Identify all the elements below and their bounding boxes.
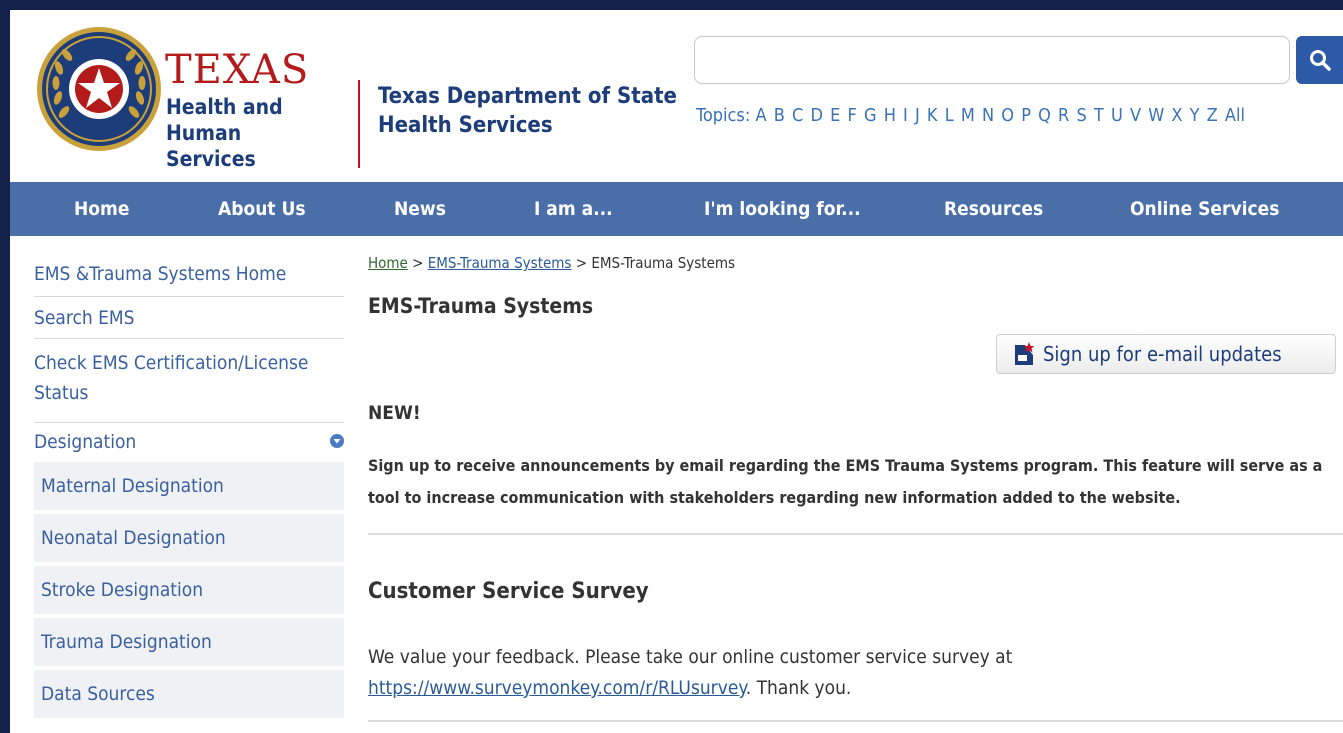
topic-link-h[interactable]: H <box>884 105 896 126</box>
texas-hhs-seal-icon <box>37 27 161 151</box>
topic-link-s[interactable]: S <box>1076 105 1086 126</box>
new-announcement-text: Sign up to receive announcements by emai… <box>368 456 1323 507</box>
nav-home[interactable]: Home <box>74 182 129 236</box>
sidebar-divider <box>34 338 344 339</box>
topic-link-m[interactable]: M <box>961 105 975 126</box>
search-button[interactable] <box>1296 36 1343 84</box>
main-nav: Home About Us News I am a... I'm looking… <box>10 182 1343 236</box>
topics-letters: A B C D E F G H I J K L M N O P Q R S T … <box>755 105 1247 126</box>
sidebar-item-check-ems-status[interactable]: Check EMS Certification/License Status <box>34 348 324 408</box>
agency-title-line-1: Texas Department of State <box>378 84 677 109</box>
breadcrumb-home-link[interactable]: Home <box>368 254 408 272</box>
logo-texas-wordmark: TEXAS <box>165 47 310 93</box>
sidebar-divider <box>34 296 344 297</box>
sidebar-item-ems-trauma-home[interactable]: EMS &Trauma Systems Home <box>34 262 344 286</box>
section-divider <box>368 533 1343 535</box>
search-icon <box>1309 50 1331 71</box>
sidebar-subitem-stroke-designation[interactable]: Stroke Designation <box>34 566 344 614</box>
chevron-down-circle-icon[interactable] <box>330 434 344 448</box>
topic-link-i[interactable]: I <box>903 105 908 126</box>
sidebar-subitem-trauma-designation[interactable]: Trauma Designation <box>34 618 344 666</box>
breadcrumb-separator: > <box>412 254 424 272</box>
sidebar-subitem-data-sources[interactable]: Data Sources <box>34 670 344 718</box>
topic-link-l[interactable]: L <box>945 105 954 126</box>
email-updates-label: Sign up for e-mail updates <box>1043 342 1282 366</box>
topic-link-q[interactable]: Q <box>1038 105 1051 126</box>
browser-page: TEXAS Health and Human Services Texas De… <box>10 10 1343 733</box>
breadcrumb-separator: > <box>575 254 588 272</box>
topic-link-v[interactable]: V <box>1130 105 1141 126</box>
survey-text-before: We value your feedback. Please take our … <box>368 646 1013 668</box>
nav-resources[interactable]: Resources <box>944 182 1043 236</box>
breadcrumb: Home > EMS-Trauma Systems > EMS-Trauma S… <box>368 254 735 272</box>
agency-title: Texas Department of State Health Service… <box>378 82 678 140</box>
email-updates-button[interactable]: Sign up for e-mail updates <box>996 334 1336 374</box>
nav-online-services[interactable]: Online Services <box>1130 182 1279 236</box>
topic-link-z[interactable]: Z <box>1207 105 1218 126</box>
nav-looking-for[interactable]: I'm looking for... <box>704 182 861 236</box>
topic-link-e[interactable]: E <box>830 105 840 126</box>
survey-text: We value your feedback. Please take our … <box>368 642 1328 704</box>
topic-link-u[interactable]: U <box>1111 105 1123 126</box>
breadcrumb-current: EMS-Trauma Systems <box>591 254 736 272</box>
section-divider <box>368 720 1343 722</box>
survey-heading: Customer Service Survey <box>368 579 649 604</box>
nav-about-us[interactable]: About Us <box>218 182 306 236</box>
sidebar-divider <box>34 422 344 423</box>
logo-hhs-wordmark: Health and Human Services <box>166 94 356 172</box>
topic-link-o[interactable]: O <box>1001 105 1014 126</box>
new-heading: NEW! <box>368 402 421 424</box>
sidebar-item-designation-label: Designation <box>34 431 137 453</box>
survey-link[interactable]: https://www.surveymonkey.com/r/RLUsurvey <box>368 677 746 699</box>
topic-link-all[interactable]: All <box>1225 105 1245 126</box>
topic-link-c[interactable]: C <box>792 105 803 126</box>
topic-link-y[interactable]: Y <box>1190 105 1200 126</box>
topic-link-t[interactable]: T <box>1094 105 1104 126</box>
topic-link-a[interactable]: A <box>755 105 766 126</box>
logo-line-3: Services <box>166 147 256 171</box>
topics-label: Topics: <box>696 105 751 126</box>
topics-az-index: Topics: A B C D E F G H I J K L M N O P … <box>696 105 1247 126</box>
topic-link-r[interactable]: R <box>1058 105 1069 126</box>
sidebar-item-designation[interactable]: Designation <box>34 430 344 454</box>
sidebar-subitem-neonatal-designation[interactable]: Neonatal Designation <box>34 514 344 562</box>
breadcrumb-section-link[interactable]: EMS-Trauma Systems <box>428 254 572 272</box>
header-divider <box>358 80 360 168</box>
nav-news[interactable]: News <box>394 182 446 236</box>
sidebar-subitem-maternal-designation[interactable]: Maternal Designation <box>34 462 344 510</box>
topic-link-w[interactable]: W <box>1148 105 1164 126</box>
topic-link-f[interactable]: F <box>847 105 856 126</box>
topic-link-j[interactable]: J <box>915 105 920 126</box>
search-input[interactable] <box>694 36 1290 84</box>
topic-link-k[interactable]: K <box>927 105 938 126</box>
sidebar-item-search-ems[interactable]: Search EMS <box>34 306 344 330</box>
agency-title-line-2: Health Services <box>378 113 553 138</box>
page-title: EMS-Trauma Systems <box>368 294 594 318</box>
topic-link-n[interactable]: N <box>982 105 994 126</box>
survey-text-after: . Thank you. <box>745 677 852 699</box>
nav-i-am-a[interactable]: I am a... <box>534 182 613 236</box>
topic-link-b[interactable]: B <box>774 105 785 126</box>
topic-link-d[interactable]: D <box>810 105 822 126</box>
topic-link-p[interactable]: P <box>1021 105 1031 126</box>
topic-link-g[interactable]: G <box>864 105 877 126</box>
topic-link-x[interactable]: X <box>1171 105 1182 126</box>
logo-line-2: Health and Human <box>166 95 283 145</box>
email-updates-icon <box>1015 342 1035 365</box>
